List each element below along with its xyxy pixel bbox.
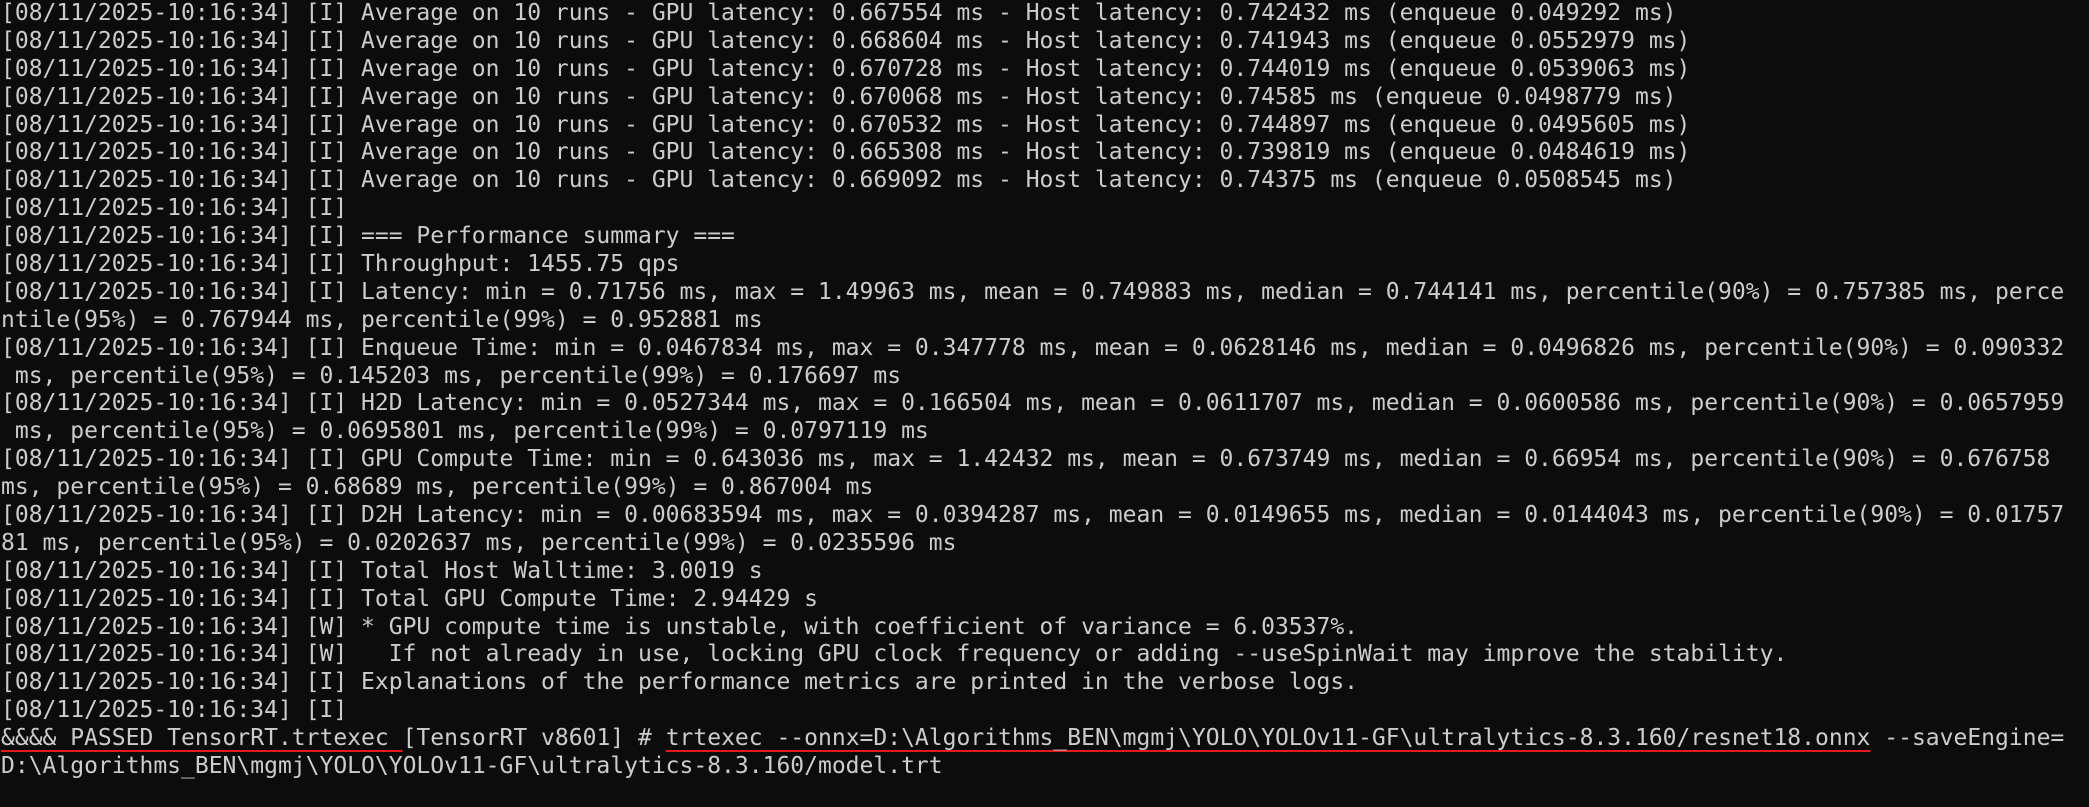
log-line-avg-2: [08/11/2025-10:16:34] [I] Average on 10 … bbox=[1, 27, 1691, 54]
log-line-avg-4: [08/11/2025-10:16:34] [I] Average on 10 … bbox=[1, 83, 1677, 110]
log-line-explanations: [08/11/2025-10:16:34] [I] Explanations o… bbox=[1, 669, 1359, 696]
passed-status: &&&& PASSED TensorRT.trtexec bbox=[1, 725, 403, 752]
save-engine-path: D:\Algorithms_BEN\mgmj\YOLO\YOLOv11-GF\u… bbox=[1, 753, 943, 780]
log-line-avg-1: [08/11/2025-10:16:34] [I] Average on 10 … bbox=[1, 0, 1677, 26]
log-line-gpu-compute-cont: ms, percentile(95%) = 0.68689 ms, percen… bbox=[1, 474, 874, 501]
log-line-gpu-compute: [08/11/2025-10:16:34] [I] GPU Compute Ti… bbox=[1, 446, 2051, 473]
console-window[interactable]: [08/11/2025-10:16:34] [I] Average on 10 … bbox=[0, 0, 2089, 807]
console-output: [08/11/2025-10:16:34] [I] Average on 10 … bbox=[1, 0, 2089, 781]
log-line-warning-1: [08/11/2025-10:16:34] [W] * GPU compute … bbox=[1, 613, 1359, 640]
save-engine-flag: --saveEngine= bbox=[1870, 725, 2065, 752]
log-line-empty-1: [08/11/2025-10:16:34] [I] bbox=[1, 195, 348, 222]
log-line-avg-3: [08/11/2025-10:16:34] [I] Average on 10 … bbox=[1, 55, 1691, 82]
log-line-avg-5: [08/11/2025-10:16:34] [I] Average on 10 … bbox=[1, 111, 1691, 138]
log-line-h2d-cont: ms, percentile(95%) = 0.0695801 ms, perc… bbox=[1, 418, 929, 445]
log-line-enqueue: [08/11/2025-10:16:34] [I] Enqueue Time: … bbox=[1, 334, 2065, 361]
log-line-throughput: [08/11/2025-10:16:34] [I] Throughput: 14… bbox=[1, 251, 680, 278]
log-line-warning-2: [08/11/2025-10:16:34] [W] If not already… bbox=[1, 641, 1788, 668]
log-line-latency-cont: ntile(95%) = 0.767944 ms, percentile(99%… bbox=[1, 306, 763, 333]
log-line-avg-7: [08/11/2025-10:16:34] [I] Average on 10 … bbox=[1, 167, 1677, 194]
log-line-avg-6: [08/11/2025-10:16:34] [I] Average on 10 … bbox=[1, 139, 1691, 166]
trtexec-command: trtexec --onnx=D:\Algorithms_BEN\mgmj\YO… bbox=[665, 725, 1871, 752]
log-line-d2h-cont: 81 ms, percentile(95%) = 0.0202637 ms, p… bbox=[1, 529, 957, 556]
log-line-enqueue-cont: ms, percentile(95%) = 0.145203 ms, perce… bbox=[1, 362, 902, 389]
log-line-h2d: [08/11/2025-10:16:34] [I] H2D Latency: m… bbox=[1, 390, 2065, 417]
log-line-host-walltime: [08/11/2025-10:16:34] [I] Total Host Wal… bbox=[1, 557, 763, 584]
log-line-d2h: [08/11/2025-10:16:34] [I] D2H Latency: m… bbox=[1, 502, 2065, 529]
log-line-summary-header: [08/11/2025-10:16:34] [I] === Performanc… bbox=[1, 223, 735, 250]
log-line-empty-2: [08/11/2025-10:16:34] [I] bbox=[1, 697, 348, 724]
log-line-gpu-total: [08/11/2025-10:16:34] [I] Total GPU Comp… bbox=[1, 585, 818, 612]
tensorrt-version: [TensorRT v8601] # bbox=[402, 725, 666, 752]
passed-line: &&&& PASSED TensorRT.trtexec [TensorRT v… bbox=[1, 725, 2089, 753]
log-line-latency: [08/11/2025-10:16:34] [I] Latency: min =… bbox=[1, 278, 2065, 305]
